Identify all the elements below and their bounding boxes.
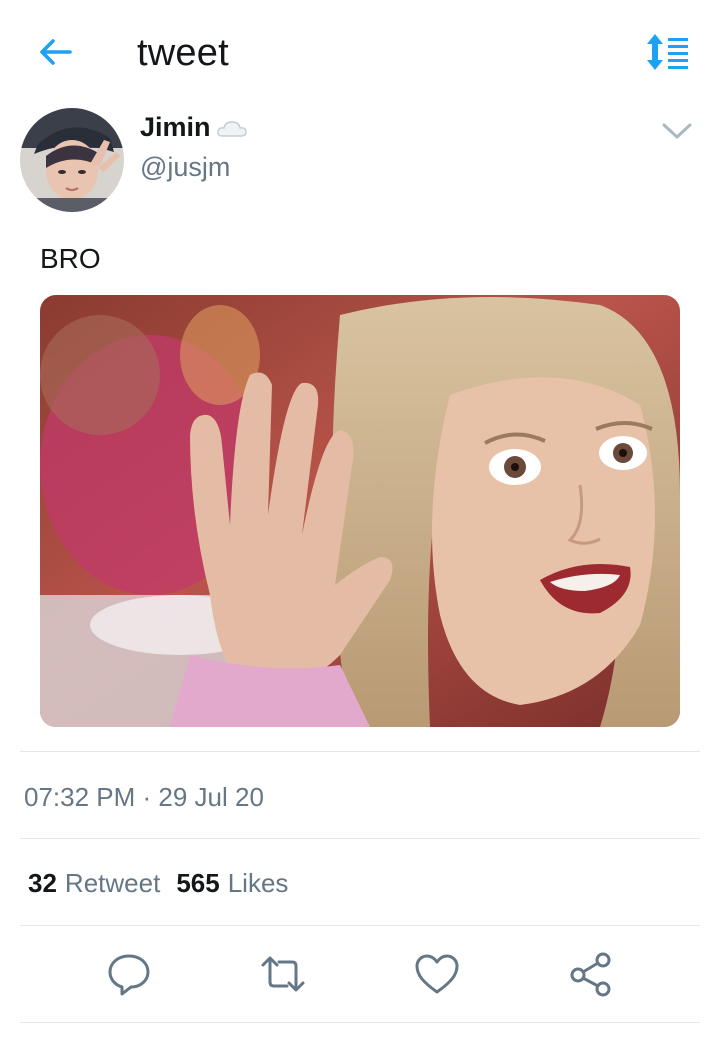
like-label[interactable]: Likes: [228, 868, 289, 899]
author-name[interactable]: Jimin: [140, 112, 249, 143]
cloud-icon: [216, 120, 247, 137]
divider: [20, 838, 700, 839]
like-count[interactable]: 565: [176, 868, 219, 899]
avatar[interactable]: [20, 108, 124, 212]
tweet-menu-button[interactable]: [660, 118, 694, 144]
tweet-stats: 32 Retweet 565 Likes: [28, 868, 288, 899]
top-bar: tweet: [0, 0, 720, 100]
retweet-count[interactable]: 32: [28, 868, 57, 899]
tweet-timestamp: 07:32 PM · 29 Jul 20: [24, 782, 264, 812]
tweet-media[interactable]: [40, 295, 680, 727]
retweet-label[interactable]: Retweet: [65, 868, 160, 899]
sort-icon: [647, 34, 688, 70]
back-button[interactable]: [34, 30, 78, 74]
share-button[interactable]: [567, 950, 615, 998]
arrow-left-icon: [40, 39, 72, 65]
retweet-icon: [261, 956, 305, 992]
heart-icon: [415, 954, 459, 994]
tweet-detail-screen: tweet Jimin @jusjm BRO 07:32 PM · 29 Jul…: [0, 0, 720, 1064]
tweet-text: BRO: [40, 243, 101, 274]
reply-icon: [108, 954, 150, 996]
chevron-down-icon: [662, 123, 692, 139]
share-icon: [570, 952, 611, 997]
author-display-name: Jimin: [140, 112, 211, 142]
divider: [20, 925, 700, 926]
divider: [20, 751, 700, 752]
divider: [20, 1022, 700, 1023]
retweet-button[interactable]: [259, 950, 307, 998]
author-handle[interactable]: @jusjm: [140, 152, 230, 183]
page-title: tweet: [137, 32, 229, 74]
sort-button[interactable]: [644, 32, 692, 72]
reply-button[interactable]: [105, 950, 153, 998]
media-photo: [40, 295, 680, 727]
tweet-actions: [0, 940, 720, 1010]
like-button[interactable]: [413, 950, 461, 998]
avatar-photo: [20, 108, 124, 212]
